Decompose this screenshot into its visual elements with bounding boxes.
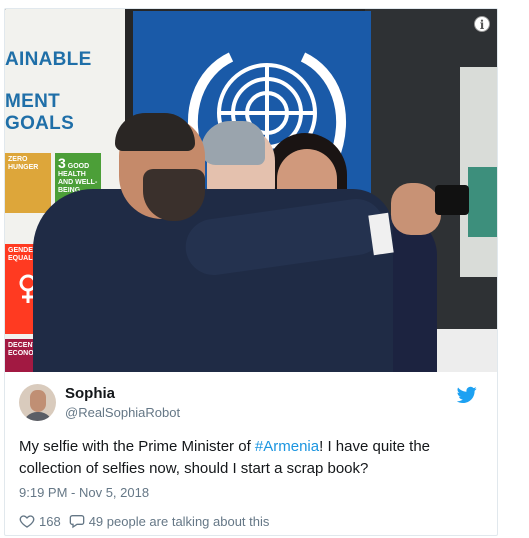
robot-head-cap — [201, 121, 265, 165]
heart-icon[interactable] — [19, 513, 35, 529]
sdg-banner-line2: MENT GOALS — [5, 91, 75, 134]
display-name[interactable]: Sophia — [65, 385, 115, 402]
man-hair — [115, 113, 195, 151]
tweet-photo[interactable]: AINABLE MENT GOALS ZERO HUNGER 3 GOOD HE… — [5, 9, 497, 372]
talking-about-link[interactable]: 49 people are talking about this — [89, 514, 270, 529]
twitter-bird-icon[interactable] — [457, 386, 477, 404]
tweet-actions: 168 49 people are talking about this — [19, 511, 269, 531]
tweet-embed-card: AINABLE MENT GOALS ZERO HUNGER 3 GOOD HE… — [4, 8, 498, 536]
reply-bubble-icon[interactable] — [69, 513, 85, 529]
man-hand — [391, 183, 441, 235]
user-handle[interactable]: @RealSophiaRobot — [65, 405, 180, 420]
like-count[interactable]: 168 — [39, 514, 61, 529]
photo-background-panel — [460, 67, 497, 277]
hashtag-link[interactable]: #Armenia — [255, 438, 319, 455]
sdg-banner-line1: AINABLE — [5, 49, 92, 70]
sdg-tile-zero-hunger: ZERO HUNGER — [5, 153, 51, 213]
timestamp[interactable]: 9:19 PM - Nov 5, 2018 — [19, 485, 149, 500]
phone — [435, 185, 469, 215]
avatar[interactable] — [19, 384, 56, 421]
tweet-text-start: My selfie with the Prime Minister of — [19, 438, 255, 455]
tweet-text: My selfie with the Prime Minister of #Ar… — [19, 436, 489, 480]
info-icon[interactable]: i — [474, 16, 490, 32]
